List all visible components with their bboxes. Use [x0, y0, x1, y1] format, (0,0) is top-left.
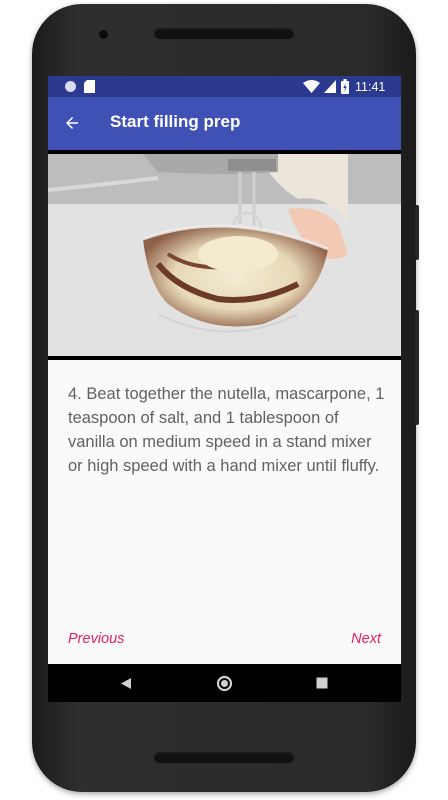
- bottom-speaker: [154, 752, 294, 763]
- recents-square-icon[interactable]: [316, 677, 328, 689]
- status-time: 11:41: [355, 80, 386, 94]
- status-bar: 11:41: [48, 76, 401, 97]
- volume-button: [415, 310, 419, 425]
- step-media-player[interactable]: [48, 150, 401, 360]
- back-button[interactable]: [58, 109, 86, 137]
- circle-notification-icon: [65, 81, 76, 92]
- previous-button[interactable]: Previous: [68, 631, 124, 647]
- page-title: Start filling prep: [110, 112, 241, 131]
- cell-signal-icon: [324, 80, 336, 93]
- app-bar: Start filling prep: [48, 97, 401, 150]
- step-instruction-text: 4. Beat together the nutella, mascarpone…: [68, 385, 385, 475]
- screen: 11:41 Start filling prep 4. Beat togethe…: [48, 76, 401, 702]
- sd-card-icon: [84, 80, 95, 93]
- home-circle-icon[interactable]: [216, 675, 233, 692]
- battery-icon: [341, 79, 349, 94]
- system-navigation-bar: [48, 664, 401, 702]
- wifi-icon: [303, 80, 320, 93]
- step-video-frame: [48, 154, 401, 356]
- back-triangle-icon[interactable]: [120, 677, 132, 690]
- front-camera: [98, 29, 109, 40]
- power-button: [415, 205, 419, 260]
- top-speaker: [154, 28, 294, 39]
- next-button[interactable]: Next: [351, 631, 381, 647]
- arrow-back-icon: [66, 117, 78, 129]
